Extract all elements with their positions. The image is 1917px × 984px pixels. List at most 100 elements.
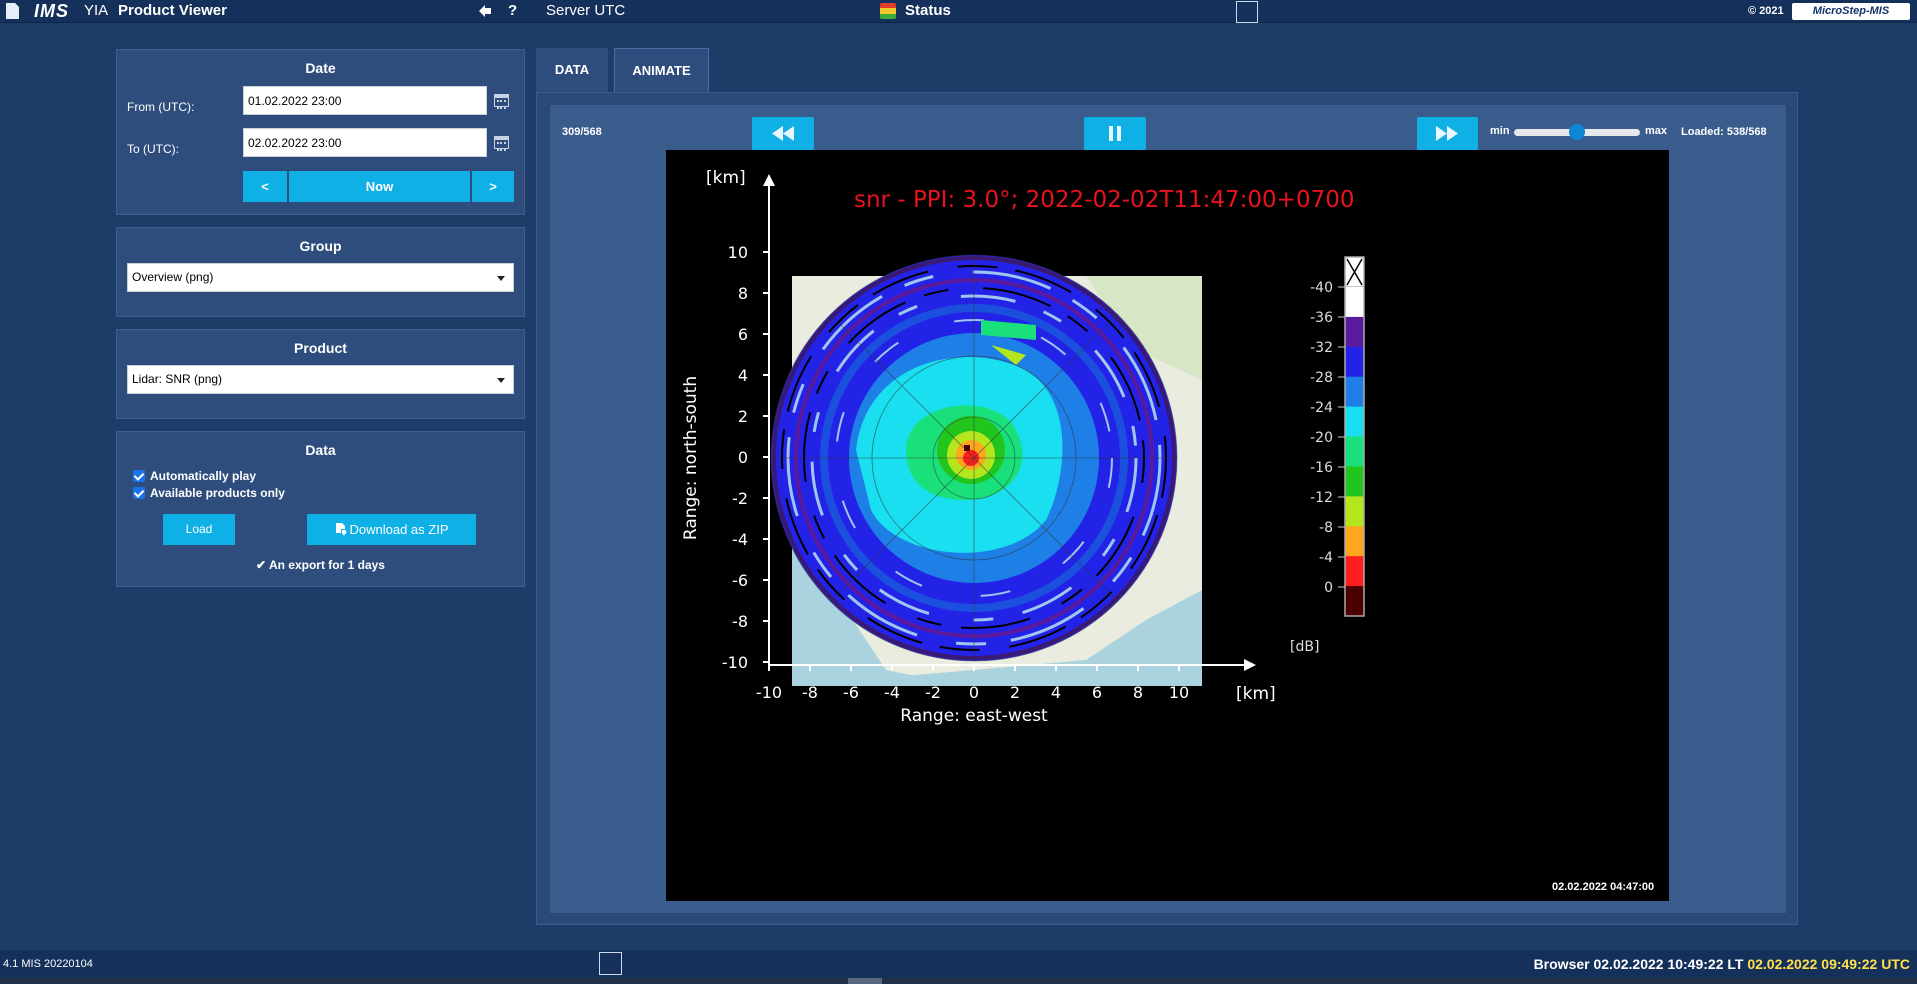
- colorbar-tick-label: -12: [1310, 490, 1333, 506]
- colorbar: [1344, 256, 1365, 617]
- top-bar: IMS YIA Product Viewer ? Server UTC Stat…: [0, 0, 1917, 23]
- next-period-button[interactable]: >: [472, 171, 514, 202]
- to-calendar-icon[interactable]: [494, 136, 509, 151]
- x-tick-label: -2: [925, 683, 941, 702]
- load-button[interactable]: Load: [163, 514, 235, 545]
- x-tick-label: -10: [756, 683, 782, 702]
- colorbar-segment: [1345, 346, 1364, 378]
- back-arrow-icon[interactable]: [478, 4, 492, 18]
- x-tick-label: 4: [1051, 683, 1061, 702]
- speed-slider-thumb[interactable]: [1569, 124, 1585, 140]
- rewind-button[interactable]: [752, 117, 814, 150]
- chevron-down-icon: [497, 276, 505, 281]
- x-tick-label: 10: [1169, 683, 1189, 702]
- colorbar-unit: [dB]: [1290, 639, 1319, 655]
- y-tick-label: -10: [722, 653, 748, 672]
- date-panel: Date From (UTC): To (UTC): < Now >: [116, 49, 525, 215]
- product-image: -10 -8 -6 -4 -2 0 2 4 6 8 10 10 8 6 4 2 0 -2 -4 -6 -8 -10 [k…: [666, 150, 1669, 901]
- download-zip-label: Download as ZIP: [349, 522, 449, 537]
- y-tick-label: -6: [732, 571, 748, 590]
- loaded-count: Loaded: 538/568: [1681, 126, 1767, 138]
- y-tick-label: 6: [738, 325, 748, 344]
- group-panel-title: Group: [299, 238, 342, 254]
- to-label: To (UTC):: [127, 142, 179, 156]
- x-tick-label: 8: [1133, 683, 1143, 702]
- colorbar-tick-label: -36: [1310, 310, 1333, 326]
- x-tick-label: -6: [843, 683, 859, 702]
- colorbar-segment: [1345, 436, 1364, 467]
- x-unit-label: [km]: [1236, 684, 1276, 704]
- y-tick-label: -8: [732, 612, 748, 631]
- colorbar-tick-label: -8: [1319, 520, 1333, 536]
- y-tick-label: 4: [738, 366, 748, 385]
- plot-title: snr - PPI: 3.0°; 2022-02-02T11:47:00+070…: [854, 187, 1354, 213]
- file-download-icon: [335, 523, 347, 536]
- checkbox-checked-icon[interactable]: [133, 470, 145, 482]
- prev-period-button[interactable]: <: [243, 171, 287, 202]
- status-flag-icon[interactable]: [880, 3, 896, 19]
- checkmark-icon: ✔: [256, 558, 267, 572]
- product-timestamp: 02.02.2022 04:47:00: [1552, 881, 1655, 893]
- x-tick-label: 6: [1092, 683, 1102, 702]
- horizontal-scrollbar[interactable]: [0, 978, 1917, 984]
- chevron-down-icon: [497, 378, 505, 383]
- slider-min-label: min: [1490, 125, 1510, 137]
- x-tick-label: -8: [802, 683, 818, 702]
- frame-counter: 309/568: [562, 126, 602, 138]
- from-calendar-icon[interactable]: [494, 94, 509, 109]
- colorbar-tick-label: -24: [1310, 400, 1333, 416]
- now-button[interactable]: Now: [289, 171, 470, 202]
- clock: Browser 02.02.2022 10:49:22 LT 02.02.202…: [1534, 956, 1910, 972]
- tab-animate[interactable]: ANIMATE: [614, 48, 709, 92]
- colorbar-tick-label: -32: [1310, 340, 1333, 356]
- y-unit-label: [km]: [706, 168, 746, 188]
- x-tick-label: 2: [1010, 683, 1020, 702]
- y-ticks: 10 8 6 4 2 0 -2 -4 -6 -8 -10: [722, 243, 769, 672]
- x-tick-label: 0: [969, 683, 979, 702]
- bottom-square-toggle[interactable]: [599, 952, 622, 975]
- colorbar-ticks: -40-36-32-28-24-20-16-12-8-40: [1310, 280, 1345, 596]
- product-select[interactable]: Lidar: SNR (png): [127, 365, 514, 394]
- local-time: 02.02.2022 10:49:22 LT: [1593, 956, 1744, 972]
- auto-play-checkbox[interactable]: Automatically play: [133, 469, 256, 483]
- status-label[interactable]: Status: [905, 2, 951, 19]
- data-panel: Data Automatically play Available produc…: [116, 431, 525, 587]
- from-date-input[interactable]: [243, 86, 487, 115]
- site-code: YIA: [84, 2, 109, 19]
- colorbar-tick-label: 0: [1324, 580, 1333, 596]
- app-title: Product Viewer: [118, 2, 227, 19]
- scrollbar-handle[interactable]: [848, 978, 882, 984]
- x-tick-label: -4: [884, 683, 900, 702]
- checkbox-checked-icon[interactable]: [133, 487, 145, 499]
- browser-label: Browser: [1533, 956, 1590, 972]
- top-square-toggle[interactable]: [1236, 1, 1258, 23]
- colorbar-tick-label: -28: [1310, 370, 1333, 386]
- colorbar-tick-label: -16: [1310, 460, 1333, 476]
- y-tick-label: 2: [738, 407, 748, 426]
- version-label: 4.1 MIS 20220104: [3, 958, 93, 970]
- copyright: © 2021: [1748, 5, 1784, 17]
- document-icon[interactable]: [6, 3, 19, 19]
- download-zip-button[interactable]: Download as ZIP: [307, 514, 476, 545]
- slider-max-label: max: [1645, 125, 1668, 137]
- server-utc-label: Server UTC: [546, 2, 626, 19]
- y-tick-label: 10: [728, 243, 748, 262]
- product-panel-title: Product: [294, 340, 347, 356]
- colorbar-segment: [1345, 406, 1364, 438]
- x-axis-label: Range: east-west: [900, 706, 1048, 726]
- available-only-checkbox[interactable]: Available products only: [133, 486, 285, 500]
- product-select-value: Lidar: SNR (png): [132, 372, 223, 386]
- group-panel: Group Overview (png): [116, 227, 525, 317]
- fast-forward-button[interactable]: [1417, 117, 1478, 150]
- colorbar-tick-label: -40: [1310, 280, 1333, 296]
- colorbar-segment: [1345, 316, 1364, 348]
- rewind-icon: [772, 126, 794, 141]
- pause-button[interactable]: [1084, 117, 1146, 150]
- colorbar-segment: [1345, 376, 1364, 408]
- pause-icon: [1109, 126, 1121, 141]
- tab-data[interactable]: DATA: [536, 48, 608, 92]
- help-icon[interactable]: ?: [508, 2, 517, 19]
- colorbar-segment: [1345, 526, 1364, 557]
- group-select[interactable]: Overview (png): [127, 263, 514, 292]
- to-date-input[interactable]: [243, 128, 487, 157]
